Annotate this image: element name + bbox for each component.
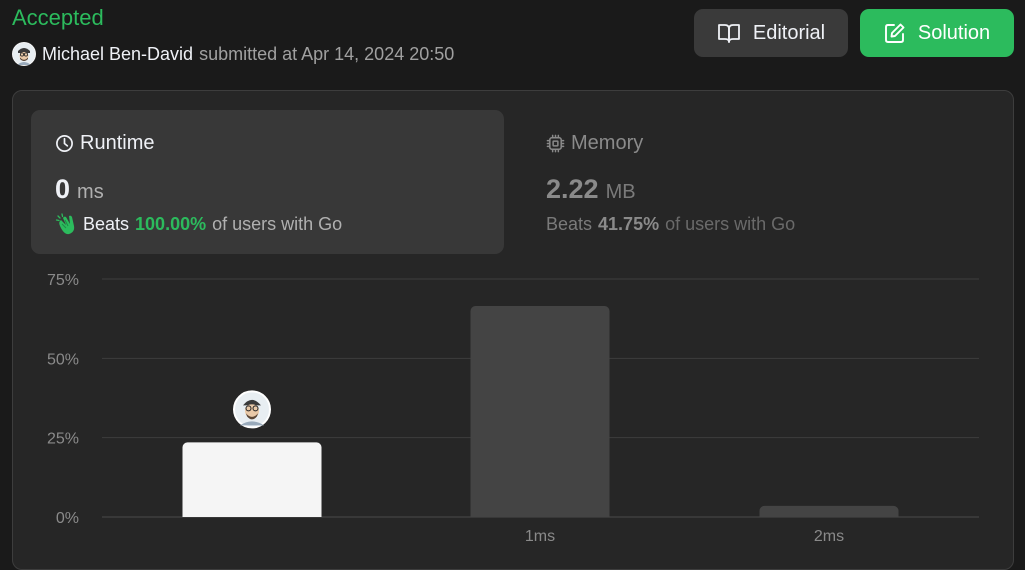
distribution-bar[interactable] [182, 442, 322, 517]
distribution-bar[interactable] [470, 305, 610, 517]
y-tick-label: 50% [47, 351, 79, 368]
x-tick-label: 2ms [814, 528, 844, 545]
distribution-bar-base [182, 511, 322, 517]
submitted-time: submitted at Apr 14, 2024 20:50 [199, 43, 455, 64]
edit-icon [884, 23, 905, 43]
result-panel: Runtime 0 ms Beats 100.00% of users with… [12, 90, 1014, 570]
submitter-name[interactable]: Michael Ben-David [42, 44, 193, 65]
distribution-bar-base [759, 511, 899, 517]
y-tick-label: 0% [56, 510, 79, 527]
status-text: Accepted [12, 5, 104, 30]
avatar-icon[interactable] [12, 42, 36, 66]
submitter-info: Michael Ben-David submitted at Apr 14, 2… [12, 41, 454, 67]
your-submission-avatar-icon[interactable] [233, 390, 271, 429]
y-tick-label: 25% [47, 431, 79, 448]
book-open-icon [717, 24, 740, 43]
x-tick-label: 1ms [525, 528, 555, 545]
distribution-bar-base [470, 511, 610, 517]
solution-button[interactable]: Solution [860, 9, 1014, 57]
editorial-label: Editorial [752, 21, 826, 44]
y-tick-label: 75% [47, 272, 79, 289]
editorial-button[interactable]: Editorial [694, 9, 848, 57]
solution-label: Solution [917, 21, 991, 44]
runtime-distribution-chart[interactable]: 0% 25% 50% 75% 1ms 2ms [13, 91, 1013, 553]
